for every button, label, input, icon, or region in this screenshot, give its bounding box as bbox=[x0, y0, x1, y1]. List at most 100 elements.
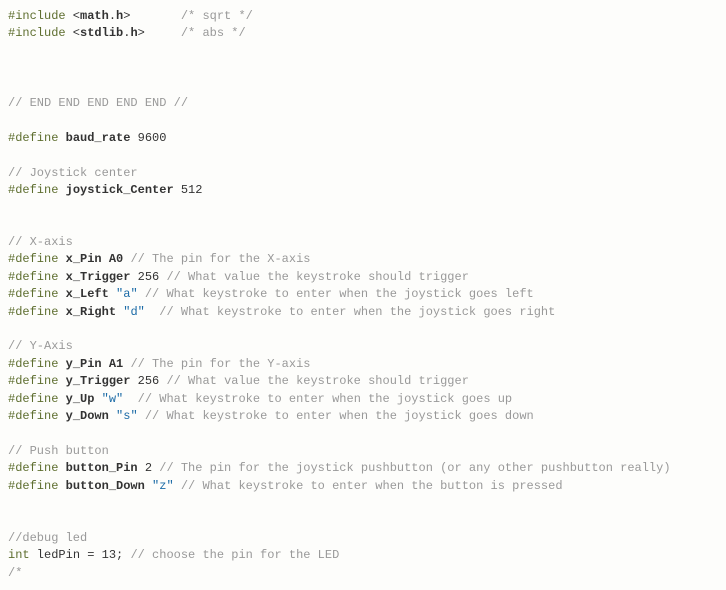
token-kw: #include bbox=[8, 26, 66, 40]
token-cm: //debug led bbox=[8, 531, 87, 545]
token-kw: #define bbox=[8, 305, 58, 319]
token-cm: /* abs */ bbox=[181, 26, 246, 40]
token-reg: 256 bbox=[130, 270, 166, 284]
code-line: #define y_Down "s" // What keystroke to … bbox=[8, 408, 718, 425]
code-line: #define x_Trigger 256 // What value the … bbox=[8, 269, 718, 286]
token-reg bbox=[58, 252, 65, 266]
token-reg bbox=[102, 357, 109, 371]
code-line bbox=[8, 495, 718, 512]
code-line bbox=[8, 217, 718, 234]
token-reg bbox=[58, 305, 65, 319]
token-id: stdlib bbox=[80, 26, 123, 40]
code-line: // Y-Axis bbox=[8, 338, 718, 355]
token-reg: . bbox=[109, 9, 116, 23]
token-id: A0 bbox=[109, 252, 123, 266]
code-line: // END END END END END // bbox=[8, 95, 718, 112]
token-reg bbox=[58, 479, 65, 493]
token-cm: // The pin for the Y-axis bbox=[130, 357, 310, 371]
code-line bbox=[8, 112, 718, 129]
code-line: #define x_Right "d" // What keystroke to… bbox=[8, 304, 718, 321]
token-reg bbox=[58, 357, 65, 371]
token-reg bbox=[145, 479, 152, 493]
code-line: int ledPin = 13; // choose the pin for t… bbox=[8, 547, 718, 564]
token-id: x_Trigger bbox=[66, 270, 131, 284]
token-id: h bbox=[130, 26, 137, 40]
token-cm: // END END END END END // bbox=[8, 96, 188, 110]
token-str: "a" bbox=[116, 287, 138, 301]
token-cm: // Joystick center bbox=[8, 166, 138, 180]
token-cm: // What keystroke to enter when the joys… bbox=[145, 409, 534, 423]
token-cm: // What value the keystroke should trigg… bbox=[166, 374, 468, 388]
code-line: #define x_Pin A0 // The pin for the X-ax… bbox=[8, 251, 718, 268]
token-kw: #define bbox=[8, 357, 58, 371]
code-line: #define y_Pin A1 // The pin for the Y-ax… bbox=[8, 356, 718, 373]
code-line: #define y_Trigger 256 // What value the … bbox=[8, 373, 718, 390]
code-line: #define button_Pin 2 // The pin for the … bbox=[8, 460, 718, 477]
code-line bbox=[8, 321, 718, 338]
token-cm: /* bbox=[8, 566, 22, 580]
token-kw: #define bbox=[8, 131, 58, 145]
token-cm: // What keystroke to enter when the butt… bbox=[181, 479, 563, 493]
token-cm: // What keystroke to enter when the joys… bbox=[145, 287, 534, 301]
token-reg bbox=[109, 287, 116, 301]
token-reg: > bbox=[123, 9, 181, 23]
token-reg bbox=[145, 305, 159, 319]
code-line: #include <stdlib.h> /* abs */ bbox=[8, 25, 718, 42]
token-id: x_Pin bbox=[66, 252, 102, 266]
token-id: x_Left bbox=[66, 287, 109, 301]
token-reg: < bbox=[66, 26, 80, 40]
token-reg: 2 bbox=[138, 461, 160, 475]
token-kw: #define bbox=[8, 183, 58, 197]
token-reg bbox=[58, 270, 65, 284]
code-line bbox=[8, 425, 718, 442]
token-id: joystick_Center bbox=[66, 183, 174, 197]
token-reg bbox=[94, 392, 101, 406]
token-cm: // Push button bbox=[8, 444, 109, 458]
code-line: #define y_Up "w" // What keystroke to en… bbox=[8, 391, 718, 408]
token-kw: #define bbox=[8, 409, 58, 423]
token-cm: // The pin for the X-axis bbox=[130, 252, 310, 266]
code-line: #define joystick_Center 512 bbox=[8, 182, 718, 199]
code-line bbox=[8, 199, 718, 216]
token-kw: #define bbox=[8, 270, 58, 284]
token-id: y_Up bbox=[66, 392, 95, 406]
token-kw: #define bbox=[8, 461, 58, 475]
token-cm: // The pin for the joystick pushbutton (… bbox=[159, 461, 670, 475]
token-reg: 512 bbox=[174, 183, 203, 197]
token-kw: int bbox=[8, 548, 30, 562]
token-reg bbox=[174, 479, 181, 493]
token-reg bbox=[58, 131, 65, 145]
token-id: y_Pin bbox=[66, 357, 102, 371]
token-reg: 9600 bbox=[130, 131, 166, 145]
code-line bbox=[8, 60, 718, 77]
code-line: #define x_Left "a" // What keystroke to … bbox=[8, 286, 718, 303]
code-line: /* bbox=[8, 565, 718, 582]
code-line bbox=[8, 43, 718, 60]
token-kw: #define bbox=[8, 392, 58, 406]
token-reg: > bbox=[138, 26, 181, 40]
token-id: x_Right bbox=[66, 305, 116, 319]
token-str: "z" bbox=[152, 479, 174, 493]
code-line bbox=[8, 147, 718, 164]
token-reg bbox=[138, 409, 145, 423]
token-kw: #define bbox=[8, 287, 58, 301]
token-kw: #define bbox=[8, 479, 58, 493]
token-reg bbox=[58, 392, 65, 406]
token-reg bbox=[123, 392, 137, 406]
token-reg bbox=[58, 287, 65, 301]
token-kw: #include bbox=[8, 9, 66, 23]
code-line: // Push button bbox=[8, 443, 718, 460]
code-line: #define baud_rate 9600 bbox=[8, 130, 718, 147]
token-id: A1 bbox=[109, 357, 123, 371]
code-block: #include <math.h> /* sqrt */#include <st… bbox=[8, 8, 718, 582]
token-cm: // What keystroke to enter when the joys… bbox=[159, 305, 555, 319]
token-kw: #define bbox=[8, 252, 58, 266]
code-line: #define button_Down "z" // What keystrok… bbox=[8, 478, 718, 495]
token-kw: #define bbox=[8, 374, 58, 388]
code-line: #include <math.h> /* sqrt */ bbox=[8, 8, 718, 25]
token-id: baud_rate bbox=[66, 131, 131, 145]
token-cm: // choose the pin for the LED bbox=[130, 548, 339, 562]
code-line bbox=[8, 78, 718, 95]
token-id: button_Down bbox=[66, 479, 145, 493]
token-id: button_Pin bbox=[66, 461, 138, 475]
